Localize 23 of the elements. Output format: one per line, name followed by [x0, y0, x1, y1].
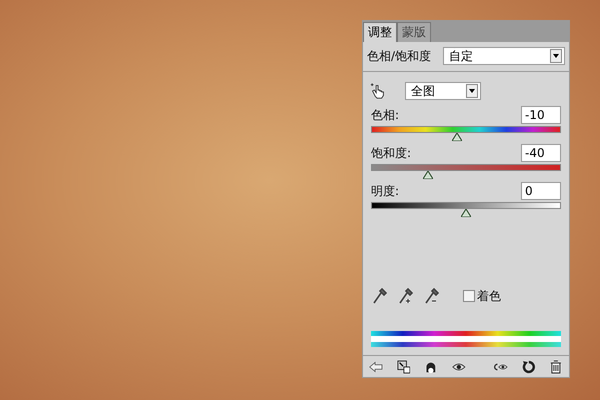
- eyedropper-icon[interactable]: [397, 287, 413, 305]
- eyedropper-icon[interactable]: [371, 287, 387, 305]
- reset-icon[interactable]: [522, 360, 536, 374]
- slider-label: 明度:: [371, 182, 400, 200]
- clip-layer-icon[interactable]: [396, 360, 410, 374]
- value-field[interactable]: 0: [521, 182, 561, 200]
- back-arrow-icon[interactable]: [369, 360, 383, 374]
- channel-dropdown[interactable]: 全图: [405, 82, 481, 100]
- colorize-checkbox[interactable]: [463, 290, 475, 302]
- panel-tab[interactable]: 蒙版: [397, 22, 431, 42]
- eyedropper-icon[interactable]: [423, 287, 439, 305]
- preset-dropdown[interactable]: 自定: [443, 47, 565, 65]
- hand-tool-icon[interactable]: [369, 82, 387, 100]
- colorize-label: 着色: [477, 288, 501, 304]
- preset-label: 色相/饱和度: [367, 48, 432, 64]
- caret-icon: [466, 84, 478, 98]
- slider-label: 饱和度:: [371, 144, 412, 162]
- slider-label: 色相:: [371, 106, 400, 124]
- value-field[interactable]: -40: [521, 144, 561, 162]
- caret-icon: [550, 49, 562, 63]
- value-field[interactable]: -10: [521, 106, 561, 124]
- trash-icon[interactable]: [549, 360, 564, 374]
- panel-tab[interactable]: 调整: [363, 22, 397, 42]
